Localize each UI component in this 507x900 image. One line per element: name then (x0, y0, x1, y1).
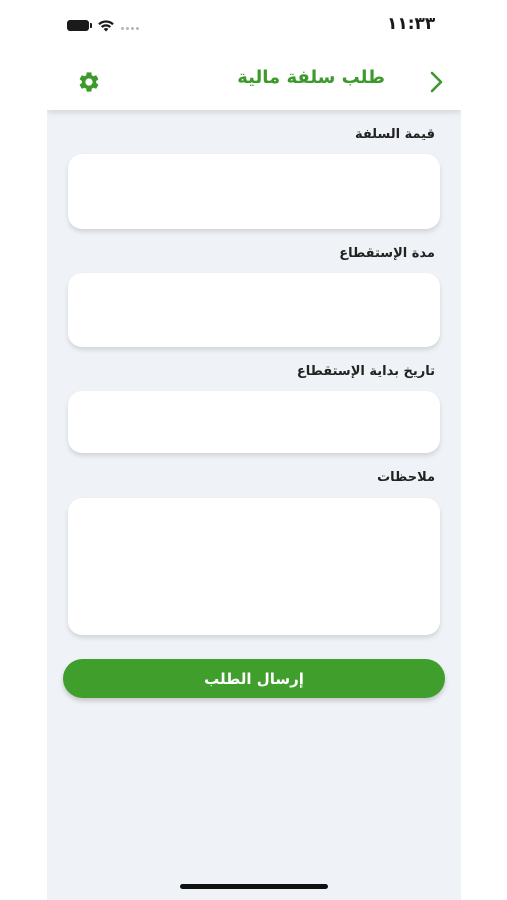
notes-textarea[interactable] (68, 498, 440, 635)
form-container: قيمة السلفة مدة الإستقطاع تاريخ بداية ال… (47, 110, 461, 900)
notes-label: ملاحظات (377, 470, 435, 485)
wifi-icon (98, 20, 114, 32)
deduction-start-date-input[interactable] (68, 391, 440, 453)
loan-amount-input[interactable] (68, 154, 440, 229)
home-indicator (180, 884, 328, 889)
battery-icon (67, 20, 92, 31)
app-header: طلب سلفة مالية (47, 52, 461, 110)
loan-amount-label: قيمة السلفة (354, 127, 435, 142)
chevron-right-icon[interactable] (427, 69, 447, 95)
status-bar: ١١:٣٣ (47, 0, 461, 52)
gear-icon[interactable] (77, 70, 101, 94)
signal-icon (121, 27, 141, 31)
deduction-period-input[interactable] (68, 273, 440, 347)
app-screen: ١١:٣٣ طلب سلفة مالية قيمة السلفة مدة الإ… (47, 0, 461, 900)
deduction-period-label: مدة الإستقطاع (339, 246, 435, 261)
submit-request-button[interactable]: إرسال الطلب (63, 659, 445, 698)
deduction-start-date-label: تاريخ بداية الإستقطاع (296, 364, 435, 379)
status-time: ١١:٣٣ (387, 14, 436, 34)
page-title: طلب سلفة مالية (237, 67, 385, 88)
